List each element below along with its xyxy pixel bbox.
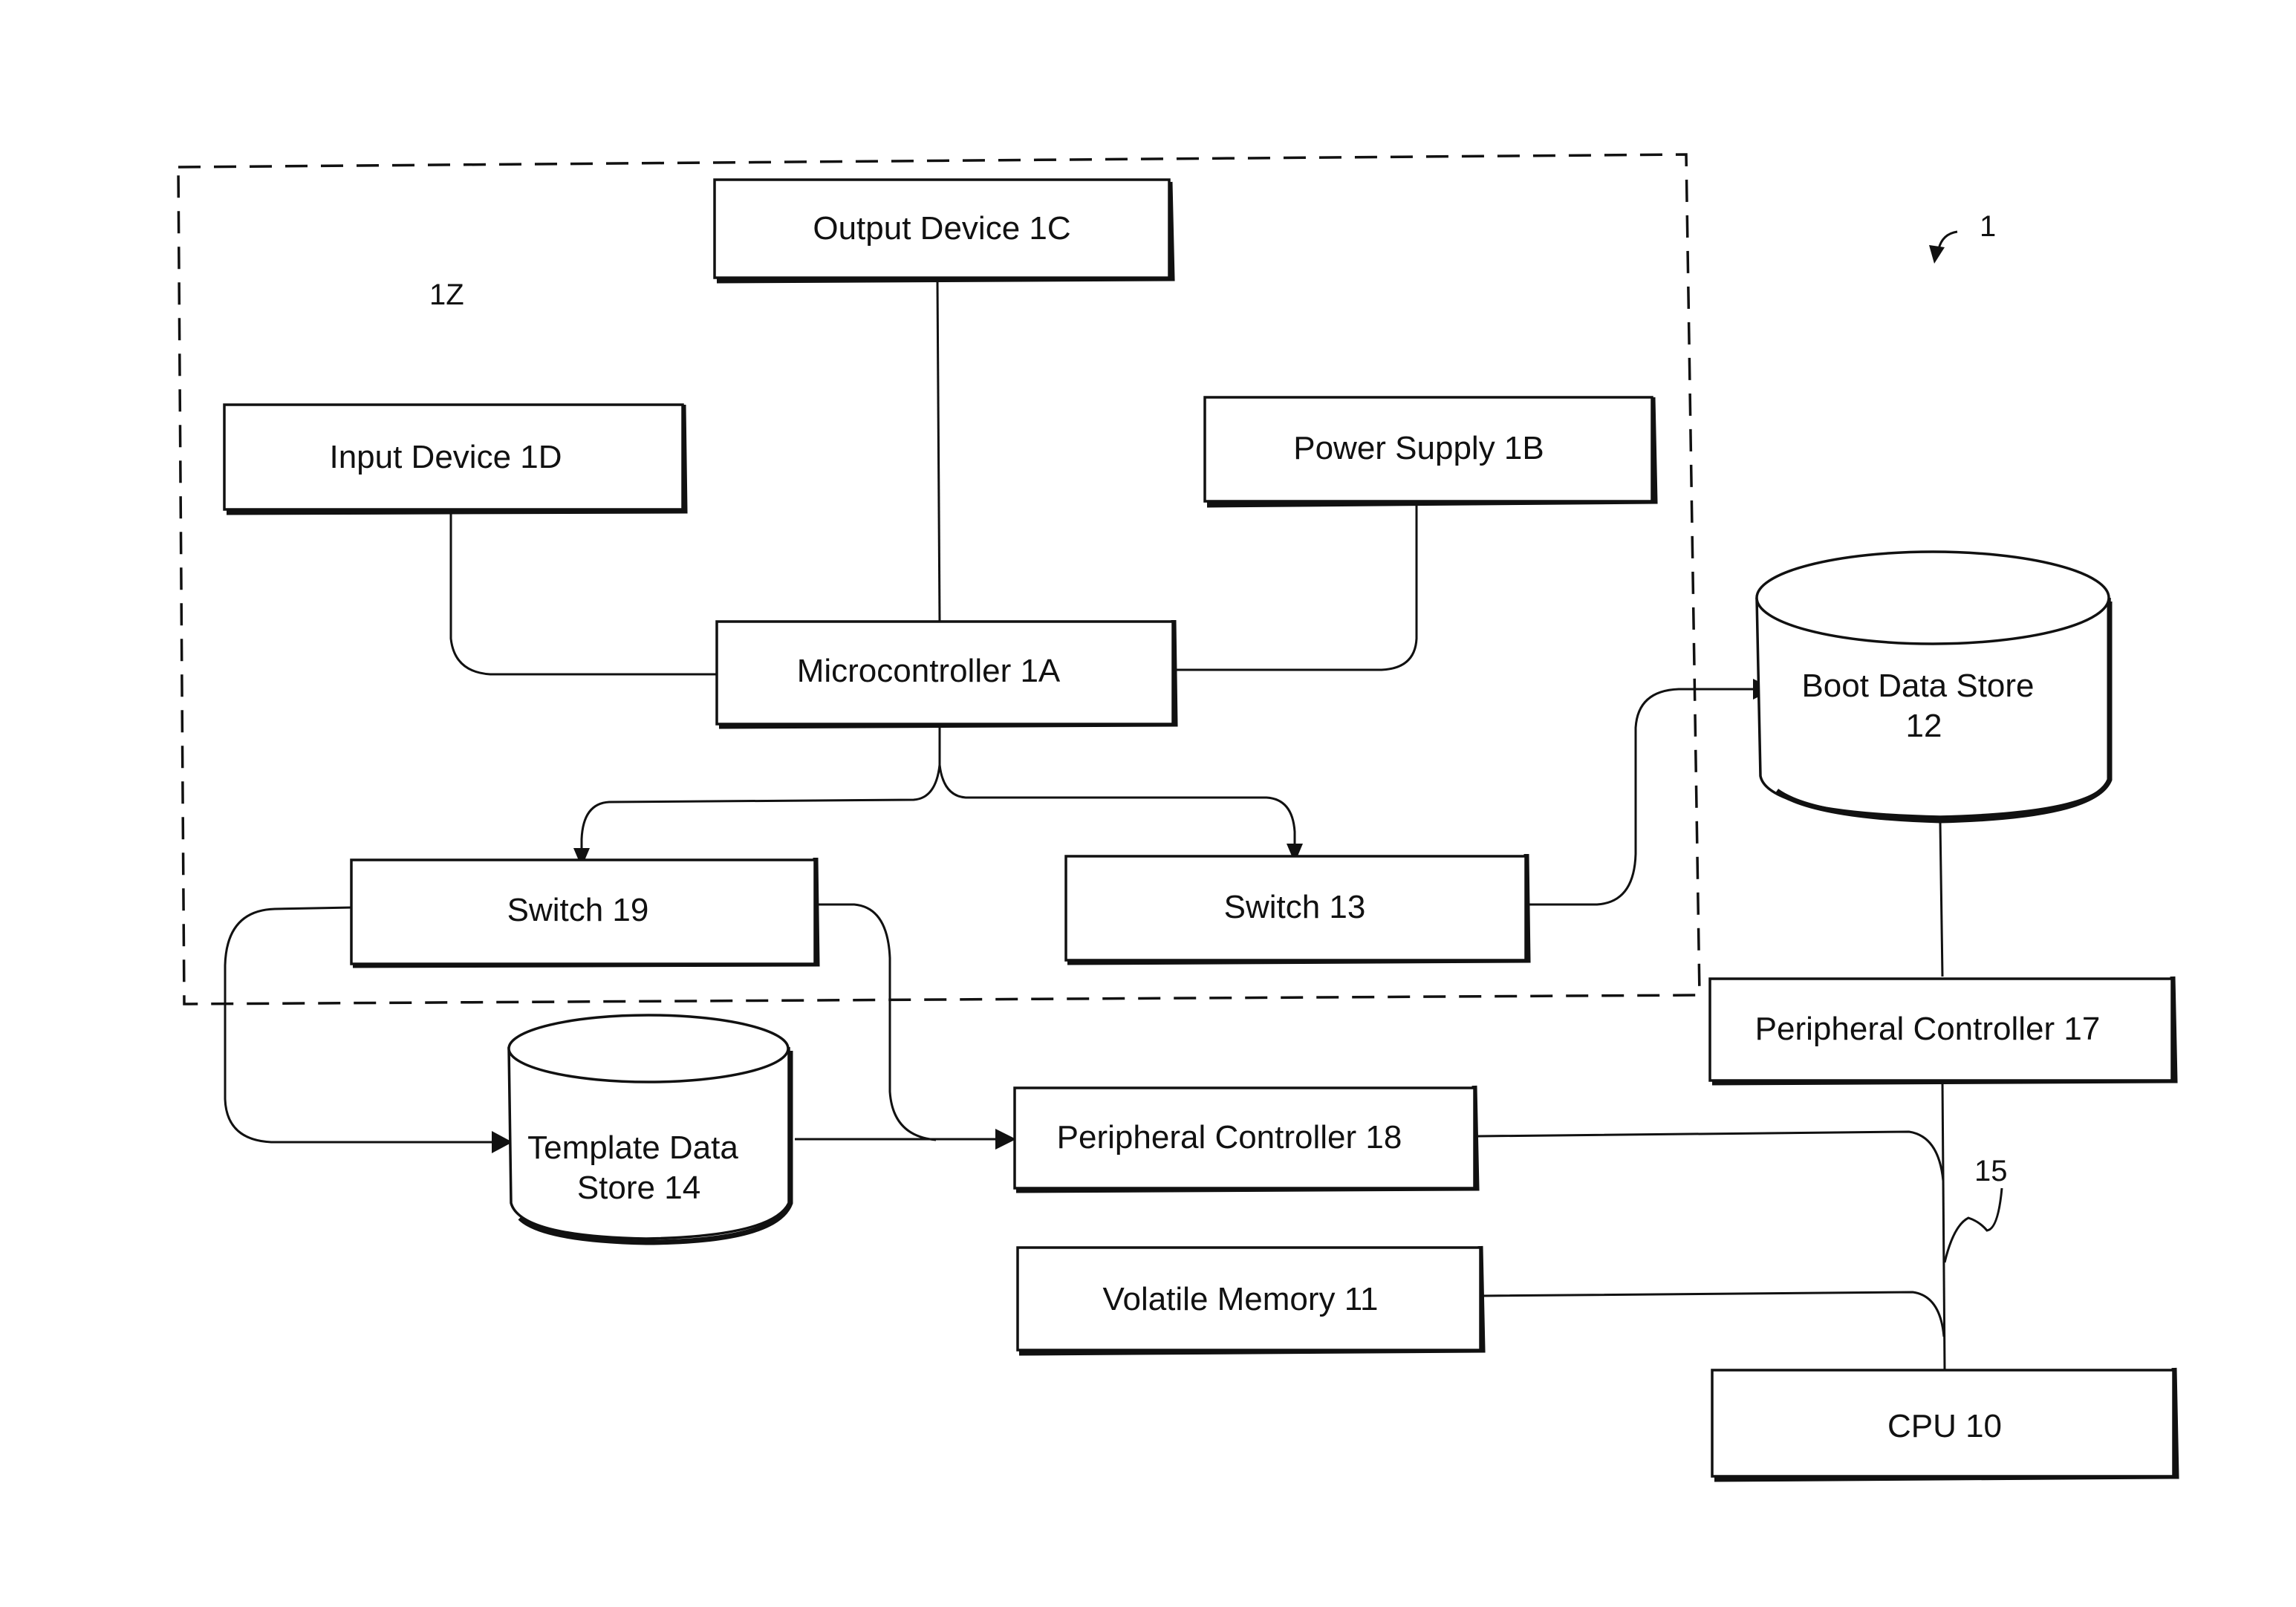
block-volatile-memory[interactable]: Volatile Memory 11 [1016,1245,1486,1356]
volatile-memory-label: Volatile Memory 11 [1103,1281,1379,1317]
block-microcontroller[interactable]: Microcontroller 1A [715,619,1178,729]
boot-data-store-label-line1: Boot Data Store [1801,668,2034,704]
boot-data-store-label-line2: 12 [1906,708,1942,744]
power-supply-label: Power Supply 1B [1293,430,1544,466]
reference-arrow-icon [1937,230,1958,250]
block-switch-19[interactable]: Switch 19 [350,857,820,968]
wire-switch19-pc18 [817,903,937,1141]
block-input-device[interactable]: Input Device 1D [223,403,688,515]
wire-micro-switch13 [938,764,1296,847]
output-device-label: Output Device 1C [813,210,1070,247]
wire-pc18-bus [1477,1130,1945,1181]
bus-leader [1943,1187,2003,1263]
block-switch-13[interactable]: Switch 13 [1064,853,1531,965]
bus-label: 15 [1974,1155,2008,1187]
block-output-device[interactable]: Output Device 1C [713,178,1175,284]
figure-reference-number: 1 [1980,210,1996,243]
wire-micro-switch19 [580,726,941,853]
block-cpu[interactable]: CPU 10 [1711,1367,2179,1482]
block-peripheral-controller-17[interactable]: Peripheral Controller 17 [1708,976,2178,1086]
template-data-store-label-line2: Store 14 [577,1170,700,1206]
block-peripheral-controller-18[interactable]: Peripheral Controller 18 [1013,1085,1480,1193]
wire-input-micro [449,511,717,676]
wire-volatile-bus [1481,1291,1945,1337]
block-power-supply[interactable]: Power Supply 1B [1203,396,1658,508]
store-boot-data[interactable]: Boot Data Store 12 [1755,550,2113,824]
wire-power-micro [1174,505,1418,671]
peripheral-controller-17-label: Peripheral Controller 17 [1755,1011,2101,1047]
block-diagram: 1Z 1 15 Output Device 1C Input Device 1D… [177,153,2179,1482]
cpu-label: CPU 10 [1887,1408,2002,1444]
microcontroller-label: Microcontroller 1A [797,653,1061,689]
peripheral-controller-18-label: Peripheral Controller 18 [1057,1119,1402,1155]
boundary-label: 1Z [429,278,464,311]
store-template-data[interactable]: Template Data Store 14 [507,1014,793,1245]
wire-output-micro [936,280,941,623]
input-device-label: Input Device 1D [329,439,562,475]
wire-switch13-boot [1526,688,1757,906]
template-data-store-label-line1: Template Data [527,1130,738,1166]
wire-boot-pc17 [1939,822,1944,977]
figure-reference: 1 [1929,210,1996,264]
switch-13-label: Switch 13 [1224,889,1366,925]
switch-19-label: Switch 19 [507,892,649,928]
